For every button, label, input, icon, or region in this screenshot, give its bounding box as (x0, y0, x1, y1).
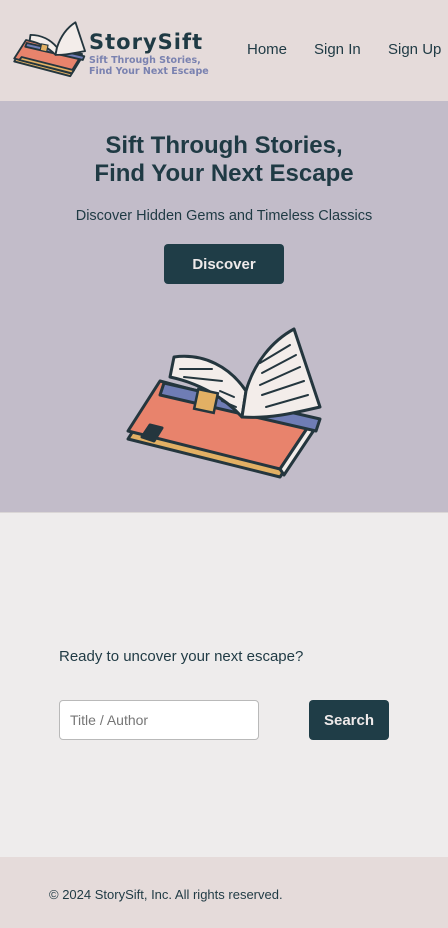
search-section: Ready to uncover your next escape? Searc… (0, 512, 448, 858)
hero-section: Sift Through Stories, Find Your Next Esc… (0, 101, 448, 512)
open-book-on-stack-icon (126, 327, 322, 479)
search-input[interactable] (59, 700, 259, 740)
discover-button[interactable]: Discover (164, 244, 284, 284)
hero-title-line-2: Find Your Next Escape (94, 160, 354, 187)
nav-sign-in-link[interactable]: Sign In (314, 41, 361, 58)
brand-name: StorySift (89, 30, 204, 54)
hero-title: Sift Through Stories, Find Your Next Esc… (0, 132, 448, 188)
hero-title-line-1: Sift Through Stories, (105, 132, 343, 159)
nav-sign-up-link[interactable]: Sign Up (388, 41, 441, 58)
hero-subtitle: Discover Hidden Gems and Timeless Classi… (75, 208, 373, 224)
copyright-text: © 2024 StorySift, Inc. All rights reserv… (49, 887, 283, 902)
storysift-logo-icon[interactable] (12, 20, 88, 80)
site-footer: © 2024 StorySift, Inc. All rights reserv… (0, 857, 448, 928)
brand-tagline: Sift Through Stories, Find Your Next Esc… (89, 55, 209, 77)
search-prompt: Ready to uncover your next escape? (59, 648, 304, 665)
search-button[interactable]: Search (309, 700, 389, 740)
site-header: StorySift Sift Through Stories, Find You… (0, 0, 448, 101)
nav-home-link[interactable]: Home (247, 41, 287, 58)
